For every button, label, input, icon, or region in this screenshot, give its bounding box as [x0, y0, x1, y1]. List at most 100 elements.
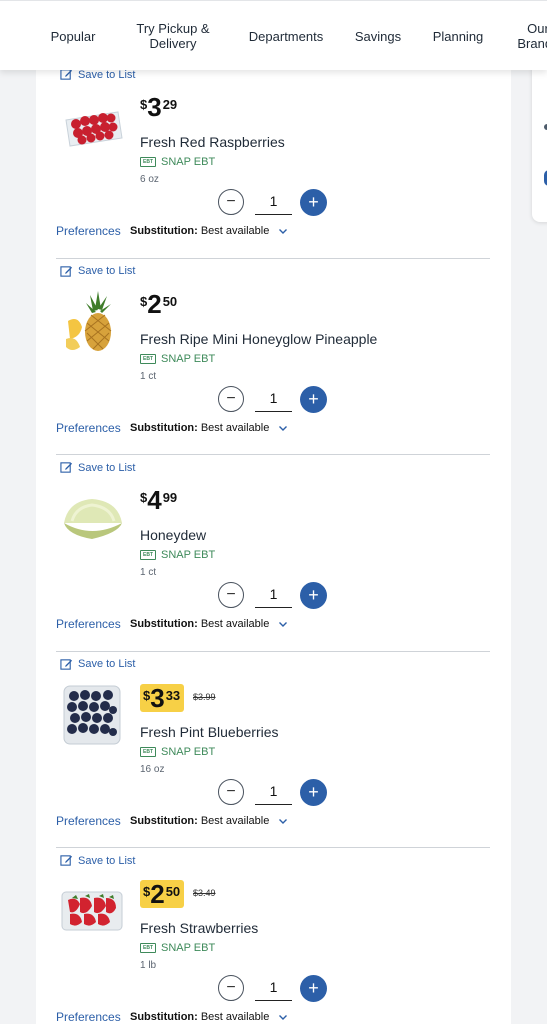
substitution-label: Substitution:: [130, 421, 198, 434]
substitution-dropdown[interactable]: Substitution: Best available: [130, 225, 288, 237]
quantity-input[interactable]: 1: [255, 974, 292, 1001]
price-cents: 29: [162, 97, 178, 112]
price: $ 4 99: [140, 487, 177, 513]
price: $ 3 29: [140, 94, 177, 120]
price-dollars: 3: [147, 92, 162, 122]
increase-quantity-button[interactable]: +: [300, 778, 327, 806]
quantity-stepper: − 1 +: [218, 581, 328, 609]
price-currency: $: [140, 490, 148, 505]
ebt-card-icon: EBT: [140, 157, 156, 167]
nav-departments[interactable]: Departments: [236, 1, 336, 70]
substitution-dropdown[interactable]: Substitution: Best available: [130, 815, 288, 827]
increase-quantity-button[interactable]: +: [300, 189, 327, 216]
substitution-value: Best available: [200, 421, 270, 434]
quantity-input[interactable]: 1: [255, 778, 292, 805]
substitution-value: Best available: [200, 814, 270, 827]
save-to-list-label: Save to List: [78, 68, 136, 81]
chevron-down-icon: [279, 818, 288, 824]
product-size: 6 oz: [140, 174, 159, 185]
product-name[interactable]: Fresh Strawberries: [140, 920, 258, 936]
save-to-list-link[interactable]: Save to List: [60, 265, 135, 278]
snap-ebt-badge: EBT SNAP EBT: [140, 549, 215, 561]
ebt-card-icon: EBT: [140, 353, 156, 364]
price-dollars: 3: [150, 682, 165, 713]
original-price: $3.99: [193, 691, 216, 702]
increase-quantity-button[interactable]: +: [300, 975, 327, 1002]
edit-list-icon: [60, 855, 73, 866]
quantity-stepper: − 1 +: [218, 778, 328, 806]
increase-quantity-button[interactable]: +: [300, 582, 327, 609]
nav-planning[interactable]: Planning: [424, 1, 492, 70]
chevron-down-icon: [279, 1015, 288, 1020]
preferences-link[interactable]: Preferences: [56, 421, 121, 435]
save-to-list-link[interactable]: Save to List: [60, 461, 135, 474]
snap-ebt-badge: EBT SNAP EBT: [140, 353, 215, 365]
substitution-label: Substitution:: [130, 814, 198, 827]
price-cents: 99: [162, 490, 178, 505]
save-to-list-label: Save to List: [78, 854, 136, 867]
preferences-link[interactable]: Preferences: [56, 1010, 121, 1024]
decrease-quantity-button[interactable]: −: [218, 385, 244, 412]
product-size: 1 lb: [140, 960, 157, 971]
side-summary-card: [532, 62, 547, 222]
quantity-stepper: − 1 +: [218, 188, 328, 216]
decrease-quantity-button[interactable]: −: [218, 778, 244, 805]
nav-popular[interactable]: Popular: [38, 1, 108, 70]
quantity-input[interactable]: 1: [255, 581, 292, 608]
preferences-link[interactable]: Preferences: [56, 224, 121, 238]
preferences-link[interactable]: Preferences: [56, 814, 121, 828]
nav-savings[interactable]: Savings: [346, 1, 410, 70]
edit-list-icon: [60, 462, 73, 473]
quantity-input[interactable]: 1: [255, 188, 292, 215]
price-currency: $: [140, 293, 148, 309]
list-item: Save to List $ 3 29 Fresh Red Raspberrie…: [36, 62, 511, 259]
increase-quantity-button[interactable]: +: [300, 385, 327, 413]
top-nav: Popular Try Pickup & Delivery Department…: [0, 0, 547, 70]
substitution-dropdown[interactable]: Substitution: Best available: [130, 422, 288, 434]
edit-list-icon: [60, 265, 73, 277]
product-name[interactable]: Fresh Ripe Mini Honeyglow Pineapple: [140, 331, 377, 347]
preferences-link[interactable]: Preferences: [56, 617, 121, 631]
ebt-card-icon: EBT: [140, 746, 156, 757]
decrease-quantity-button[interactable]: −: [218, 582, 244, 608]
save-to-list-label: Save to List: [78, 461, 136, 474]
snap-ebt-badge: EBT SNAP EBT: [140, 156, 215, 168]
decrease-quantity-button[interactable]: −: [218, 189, 244, 215]
substitution-label: Substitution:: [130, 1011, 198, 1023]
nav-our-brands[interactable]: Our Brands: [512, 1, 547, 70]
list-item: Save to List $ 2 50 $3.49 Fresh Strawber…: [36, 848, 511, 1024]
chevron-down-icon: [279, 229, 288, 234]
product-name[interactable]: Fresh Red Raspberries: [140, 134, 285, 150]
nav-try-pickup-delivery[interactable]: Try Pickup & Delivery: [124, 1, 222, 70]
pineapple-icon[interactable]: [58, 287, 126, 355]
list-item: Save to List $ 3 33 $3.99 Fresh Pint Blu…: [36, 652, 511, 848]
cart-item-list: Save to List $ 3 29 Fresh Red Raspberrie…: [36, 62, 511, 1024]
ebt-card-icon: EBT: [140, 550, 156, 560]
ebt-card-icon: EBT: [140, 943, 156, 953]
blueberries-icon[interactable]: [58, 680, 126, 748]
substitution-value: Best available: [200, 618, 270, 630]
decrease-quantity-button[interactable]: −: [218, 975, 244, 1001]
chevron-down-icon: [279, 622, 288, 627]
product-name[interactable]: Honeydew: [140, 527, 206, 543]
save-to-list-link[interactable]: Save to List: [60, 658, 135, 671]
raspberries-icon[interactable]: [58, 90, 126, 158]
product-name[interactable]: Fresh Pint Blueberries: [140, 724, 279, 740]
list-item: Save to List $ 4 99 Honeydew EBT SNAP EB…: [36, 455, 511, 652]
sale-price-badge: $ 3 33: [140, 682, 185, 713]
snap-ebt-label: SNAP EBT: [161, 942, 216, 954]
price-dollars: 4: [147, 485, 162, 515]
honeydew-icon[interactable]: [58, 483, 126, 551]
product-size: 16 oz: [140, 763, 165, 775]
price: $ 2 50: [140, 291, 177, 317]
price-dollars: 2: [147, 288, 162, 319]
original-price: $3.49: [193, 888, 216, 898]
substitution-dropdown[interactable]: Substitution: Best available: [130, 618, 288, 630]
price-cents: 50: [162, 293, 178, 309]
substitution-dropdown[interactable]: Substitution: Best available: [130, 1011, 288, 1023]
snap-ebt-badge: EBT SNAP EBT: [140, 746, 215, 758]
quantity-input[interactable]: 1: [255, 385, 292, 412]
snap-ebt-label: SNAP EBT: [161, 352, 216, 365]
strawberries-icon[interactable]: [58, 876, 126, 944]
save-to-list-link[interactable]: Save to List: [60, 854, 135, 867]
